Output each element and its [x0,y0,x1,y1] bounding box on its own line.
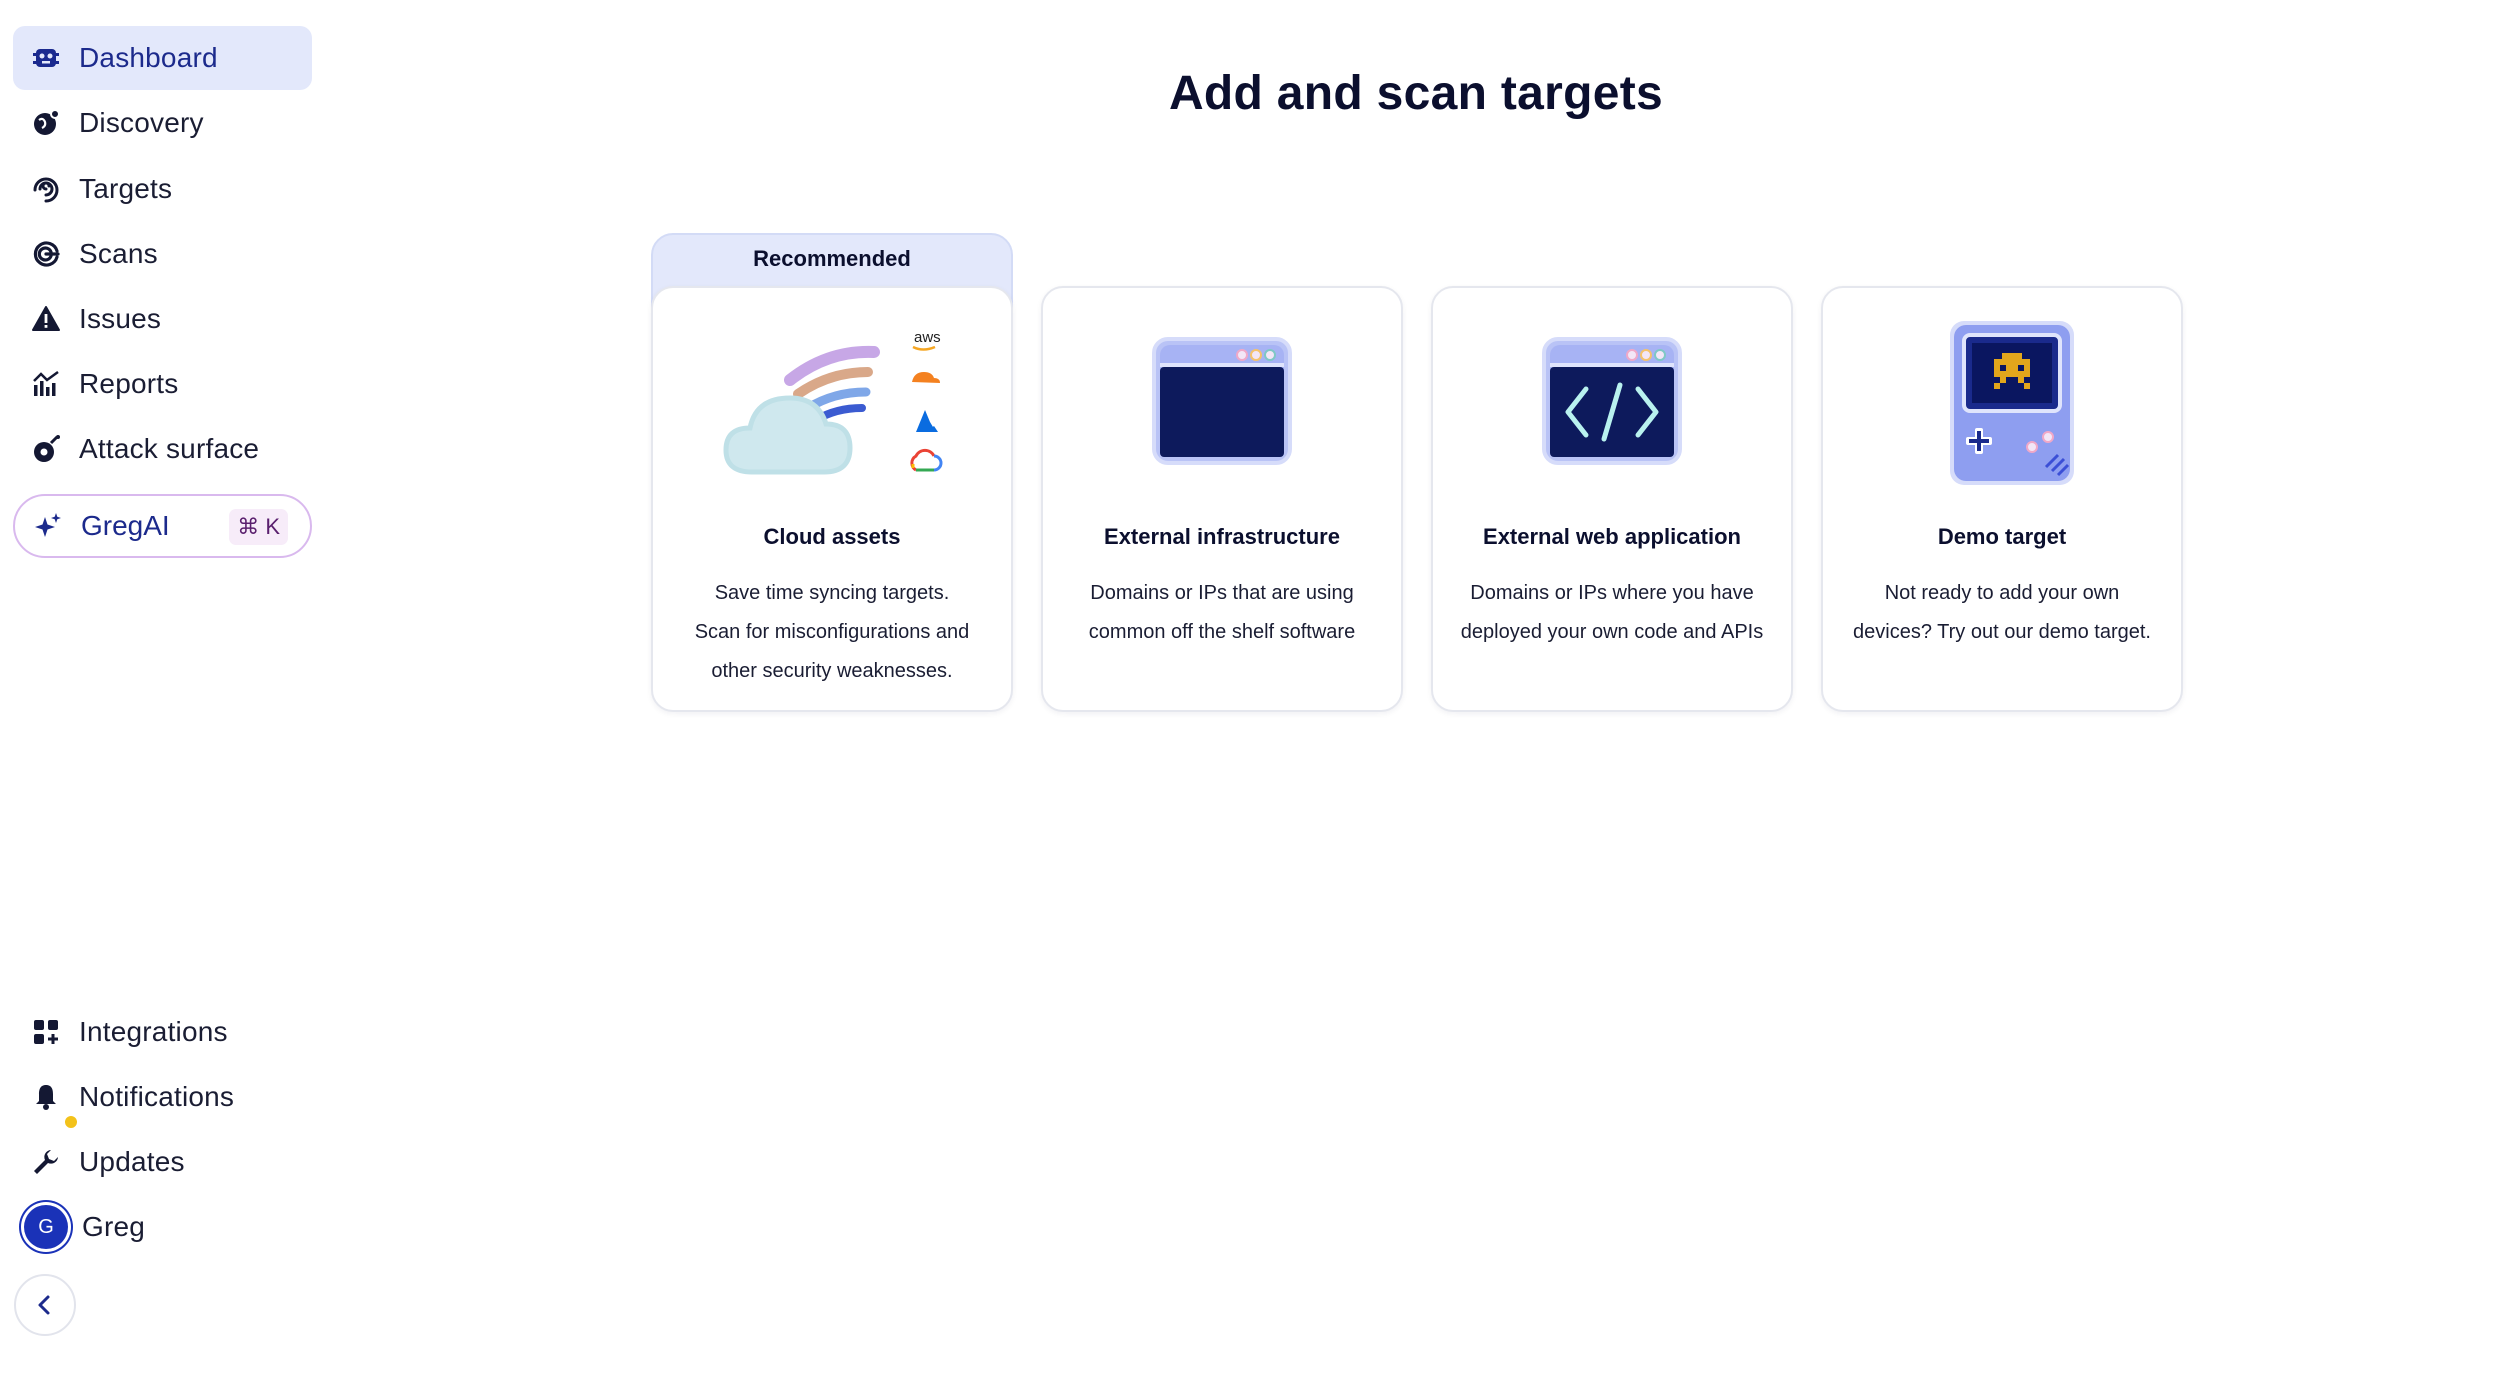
cloud-illustration: aws [653,322,1011,482]
grid-plus-icon [29,1015,63,1049]
sidebar-item-label: Updates [79,1146,185,1177]
page-title: Add and scan targets [1168,67,1664,120]
card-demo-target[interactable]: Demo target Not ready to add your own de… [1821,286,2183,712]
code-window-icon [1433,322,1791,482]
sidebar-item-integrations[interactable]: Integrations [13,1000,312,1064]
card-external-infrastructure[interactable]: External infrastructure Domains or IPs t… [1041,286,1403,712]
card-title: Cloud assets [763,524,901,549]
card-description-line: other security weaknesses. [711,660,953,682]
card-description: Domains or IPs where you have deployed y… [1451,574,1773,652]
sidebar-item-label: Reports [79,368,179,399]
gregai-label: GregAI [81,510,170,541]
card-title: Demo target [1937,524,2067,549]
notification-dot [63,1114,79,1130]
card-description-line: Save time syncing targets. [714,582,950,604]
card-description-line: devices? Try out our demo target. [1853,621,2151,643]
sparkle-icon [31,509,65,543]
card-description: Not ready to add your own devices? Try o… [1841,574,2163,652]
chart-icon [29,367,63,401]
browser-window-icon [1043,322,1401,482]
card-description-line: Domains or IPs where you have [1470,582,1754,604]
sidebar-item-profile[interactable]: G Greg [13,1195,312,1259]
azure-logo-icon [916,410,938,432]
keyboard-shortcut-badge: ⌘ K [229,509,288,545]
sidebar-item-scans[interactable]: Scans [13,222,312,286]
user-name: Greg [82,1211,146,1242]
avatar: G [24,1205,68,1249]
sidebar-item-updates[interactable]: Updates [13,1130,312,1194]
card-title: External infrastructure [1104,524,1340,549]
sidebar-item-label: Integrations [79,1016,228,1047]
wrench-icon [29,1145,63,1179]
sidebar-item-label: Issues [79,303,162,334]
sidebar-item-reports[interactable]: Reports [13,352,312,416]
gregai-button[interactable]: GregAI ⌘ K [13,494,312,558]
card-external-web-application[interactable]: External web application Domains or IPs … [1431,286,1793,712]
sidebar-item-issues[interactable]: Issues [13,287,312,351]
card-title: External web application [1483,524,1741,549]
card-description-line: deployed your own code and APIs [1460,621,1764,643]
sidebar-item-notifications[interactable]: Notifications [13,1065,312,1130]
card-description-line: Not ready to add your own [1884,582,2120,604]
sidebar-item-label: Attack surface [79,433,260,464]
chevron-left-icon [38,1295,50,1315]
card-description-line: common off the shelf software [1088,621,1356,643]
bell-icon [29,1080,79,1130]
bomb-icon [29,432,63,466]
card-description-line: Domains or IPs that are using [1090,582,1354,604]
cloudflare-logo-icon [912,372,940,383]
card-description: Save time syncing targets. Scan for misc… [671,574,993,691]
warning-icon [29,302,63,336]
aws-logo-icon [912,345,936,351]
card-description-line: Scan for misconfigurations and [694,621,970,643]
target-spiral-icon [29,172,63,206]
sidebar-item-label: Scans [79,238,158,269]
scan-icon [29,237,63,271]
sidebar-item-label: Targets [79,173,173,204]
sidebar: Dashboard Discovery Targets Scans Issues… [0,0,330,1399]
sidebar-item-targets[interactable]: Targets [13,157,312,221]
collapse-sidebar-button[interactable] [14,1274,76,1336]
google-cloud-logo-icon [910,448,943,472]
card-description: Domains or IPs that are using common off… [1061,574,1383,652]
sidebar-item-attack-surface[interactable]: Attack surface [13,417,312,481]
card-cloud-assets[interactable]: aws Cloud assets Save time syncing targe… [651,286,1013,712]
game-console-icon [1823,321,2181,485]
sidebar-item-label: Notifications [79,1081,235,1112]
aws-logo-text: aws [914,329,941,346]
